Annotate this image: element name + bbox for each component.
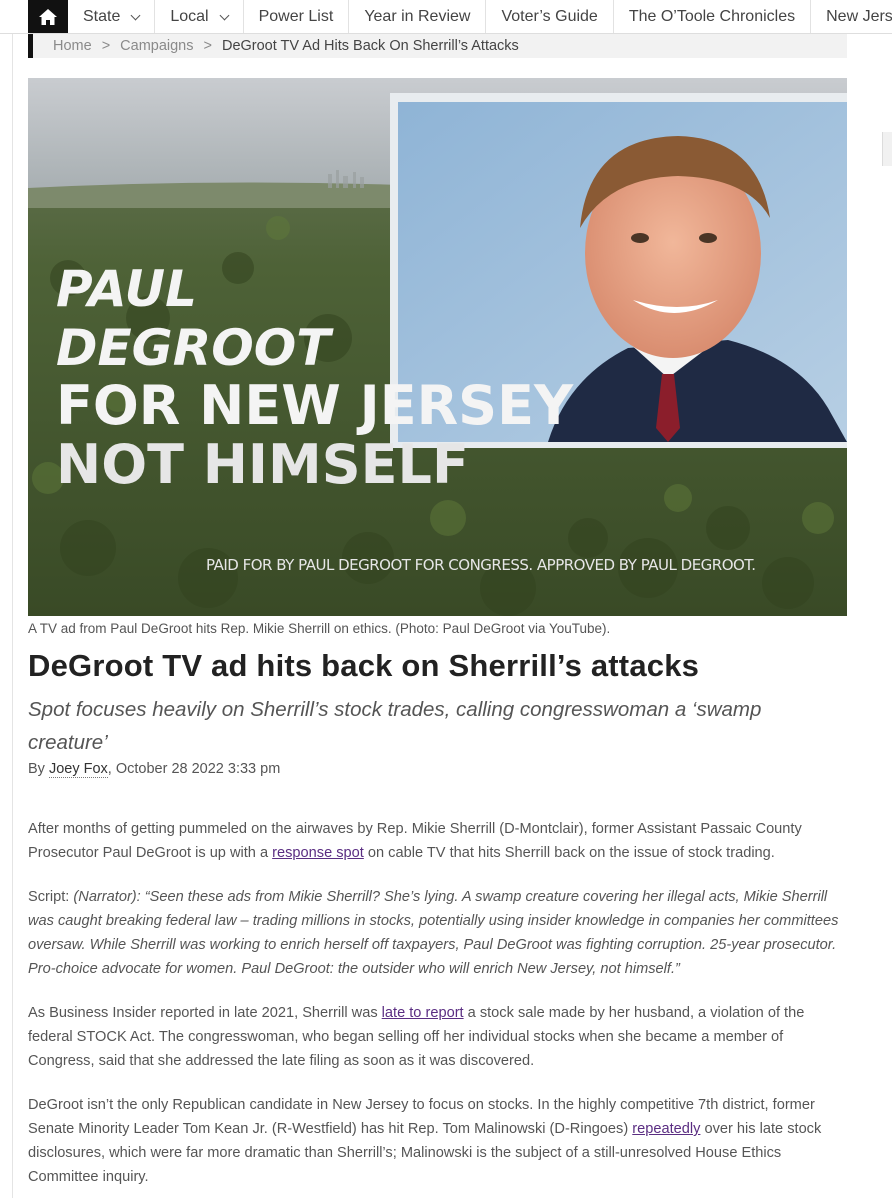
- response-spot-link[interactable]: response spot: [272, 845, 364, 861]
- script-quote: (Narrator): “Seen these ads from Mikie S…: [28, 889, 839, 977]
- paragraph: DeGroot isn’t the only Republican candid…: [28, 1097, 822, 1185]
- hero-disclaimer: PAID FOR BY PAUL DEGROOT FOR CONGRESS. A…: [206, 556, 755, 574]
- chevron-down-icon: [219, 10, 230, 20]
- nav-home-button[interactable]: [28, 0, 68, 33]
- nav-item-year-in-review[interactable]: Year in Review: [349, 0, 487, 33]
- breadcrumb-current: DeGroot TV Ad Hits Back On Sherrill’s At…: [221, 38, 519, 54]
- article-headline: DeGroot TV ad hits back on Sherrill’s at…: [28, 648, 700, 683]
- chevron-down-icon: [130, 10, 141, 20]
- author-link[interactable]: Joey Fox: [48, 761, 108, 778]
- breadcrumb-home-link[interactable]: Home: [53, 38, 92, 54]
- hero-text-line2: DEGROOT: [56, 319, 334, 377]
- article-body: After months of getting pummeled on the …: [28, 817, 850, 1198]
- repeatedly-link[interactable]: repeatedly: [632, 1121, 700, 1137]
- nav-item-power-list[interactable]: Power List: [244, 0, 350, 33]
- paragraph: As Business Insider reported in late 202…: [28, 1005, 805, 1069]
- hero-text-line4: NOT HIMSELF: [56, 433, 469, 496]
- breadcrumb-campaigns-link[interactable]: Campaigns: [120, 38, 193, 54]
- featured-image: PAUL DEGROOT FOR NEW JERSEY NOT HIMSELF …: [28, 78, 847, 616]
- home-icon: [39, 9, 57, 25]
- hero-text-line1: PAUL: [56, 260, 197, 318]
- page-left-rule: [12, 34, 13, 1198]
- nav-item-voters-guide[interactable]: Voter’s Guide: [486, 0, 614, 33]
- ad-still-image: PAUL DEGROOT FOR NEW JERSEY NOT HIMSELF …: [28, 78, 847, 616]
- nav-item-local[interactable]: Local: [155, 0, 244, 33]
- breadcrumb: Home > Campaigns > DeGroot TV Ad Hits Ba…: [28, 34, 847, 58]
- paragraph: Script: (Narrator): “Seen these ads from…: [28, 889, 839, 977]
- article-byline: By Joey Fox, October 28 2022 3:33 pm: [28, 761, 281, 778]
- breadcrumb-separator: >: [203, 38, 212, 54]
- paragraph: After months of getting pummeled on the …: [28, 821, 802, 861]
- breadcrumb-separator: >: [101, 38, 111, 54]
- hero-text-line3: FOR NEW JERSEY: [56, 374, 574, 437]
- image-caption: A TV ad from Paul DeGroot hits Rep. Miki…: [28, 621, 611, 636]
- nav-item-new-jersey[interactable]: New Jersey: [811, 0, 892, 33]
- publish-date: , October 28 2022 3:33 pm: [107, 761, 281, 777]
- nav-item-otoole-chronicles[interactable]: The O’Toole Chronicles: [614, 0, 812, 33]
- sidebar-edge: [882, 132, 892, 166]
- article-subheadline: Spot focuses heavily on Sherrill’s stock…: [28, 698, 762, 754]
- nav-item-state[interactable]: State: [68, 0, 156, 33]
- byline-prefix: By: [28, 761, 49, 777]
- late-to-report-link[interactable]: late to report: [382, 1005, 464, 1021]
- main-navigation: State Local Power List Year in Review Vo…: [0, 0, 892, 34]
